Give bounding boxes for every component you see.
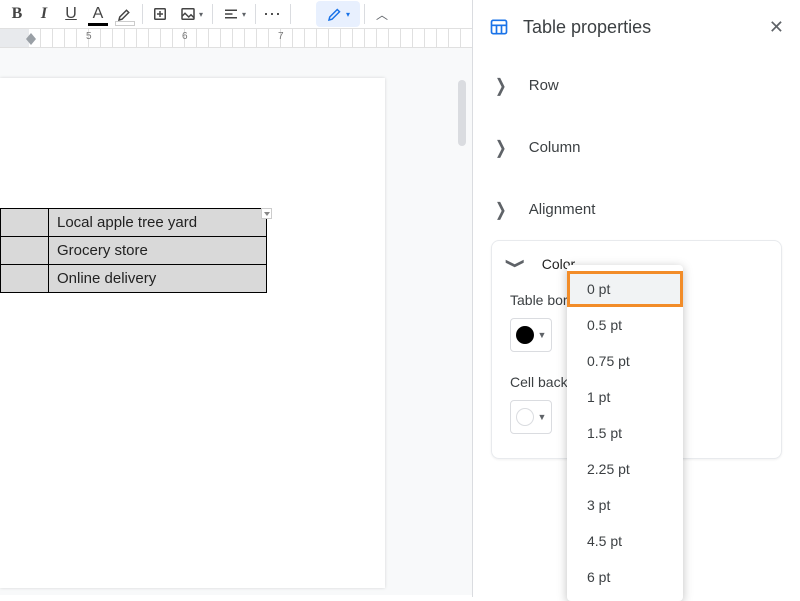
- border-width-option[interactable]: 0 pt: [567, 271, 683, 307]
- border-width-option[interactable]: 2.25 pt: [567, 451, 683, 487]
- text-color-button[interactable]: A: [85, 1, 111, 27]
- table-cell[interactable]: Grocery store: [49, 237, 267, 265]
- more-button[interactable]: ⋯: [260, 1, 286, 27]
- ruler-mark: 6: [182, 31, 188, 42]
- close-icon[interactable]: ✕: [769, 17, 784, 38]
- indent-marker[interactable]: [26, 33, 36, 39]
- editing-mode-button[interactable]: ▾: [316, 1, 360, 27]
- table-icon: [489, 17, 509, 37]
- toolbar-separator: [364, 4, 365, 24]
- indent-marker[interactable]: [26, 39, 36, 45]
- table-row[interactable]: Online delivery: [1, 265, 267, 293]
- border-width-option[interactable]: 0.5 pt: [567, 307, 683, 343]
- toolbar-separator: [142, 4, 143, 24]
- border-width-option[interactable]: 1.5 pt: [567, 415, 683, 451]
- table-cell[interactable]: Local apple tree yard: [49, 209, 267, 237]
- ruler-mark: 5: [86, 31, 92, 42]
- ruler-mark: 7: [278, 31, 284, 42]
- table-row[interactable]: Local apple tree yard: [1, 209, 267, 237]
- insert-image-button[interactable]: ▾: [174, 1, 208, 27]
- section-label: Alignment: [529, 201, 596, 218]
- cell-options-button[interactable]: [261, 208, 272, 219]
- chevron-right-icon: ❯: [495, 198, 507, 220]
- section-label: Column: [529, 139, 581, 156]
- border-width-option[interactable]: 3 pt: [567, 487, 683, 523]
- table-cell[interactable]: Online delivery: [49, 265, 267, 293]
- section-column[interactable]: ❯ Column: [477, 116, 796, 178]
- page[interactable]: Local apple tree yard Grocery store Onli…: [0, 78, 385, 588]
- scrollbar-thumb[interactable]: [458, 80, 466, 146]
- table-row[interactable]: Grocery store: [1, 237, 267, 265]
- highlight-color-button[interactable]: [112, 1, 138, 27]
- section-alignment[interactable]: ❯ Alignment: [477, 178, 796, 240]
- section-label: Row: [529, 77, 559, 94]
- sidebar-title: Table properties: [523, 17, 755, 38]
- document-table[interactable]: Local apple tree yard Grocery store Onli…: [0, 208, 267, 293]
- chevron-right-icon: ❯: [495, 136, 507, 158]
- collapse-toolbar-button[interactable]: ︿: [369, 1, 395, 27]
- sidebar-header: Table properties ✕: [473, 0, 800, 54]
- underline-button[interactable]: U: [58, 1, 84, 27]
- border-width-option[interactable]: 1 pt: [567, 379, 683, 415]
- border-color-picker[interactable]: ▼: [510, 318, 552, 352]
- italic-button[interactable]: I: [31, 1, 57, 27]
- border-width-option[interactable]: 0.75 pt: [567, 343, 683, 379]
- chevron-right-icon: ❯: [495, 74, 507, 96]
- chevron-down-icon: ❯: [505, 258, 527, 270]
- section-row[interactable]: ❯ Row: [477, 54, 796, 116]
- align-button[interactable]: ▾: [217, 1, 251, 27]
- toolbar-separator: [255, 4, 256, 24]
- border-width-dropdown: 0 pt 0.5 pt 0.75 pt 1 pt 1.5 pt 2.25 pt …: [567, 265, 683, 601]
- border-width-option[interactable]: 6 pt: [567, 559, 683, 595]
- bold-button[interactable]: B: [4, 1, 30, 27]
- border-width-option[interactable]: 4.5 pt: [567, 523, 683, 559]
- toolbar-separator: [212, 4, 213, 24]
- cell-background-color-picker[interactable]: ▼: [510, 400, 552, 434]
- insert-link-button[interactable]: [147, 1, 173, 27]
- toolbar-separator: [290, 4, 291, 24]
